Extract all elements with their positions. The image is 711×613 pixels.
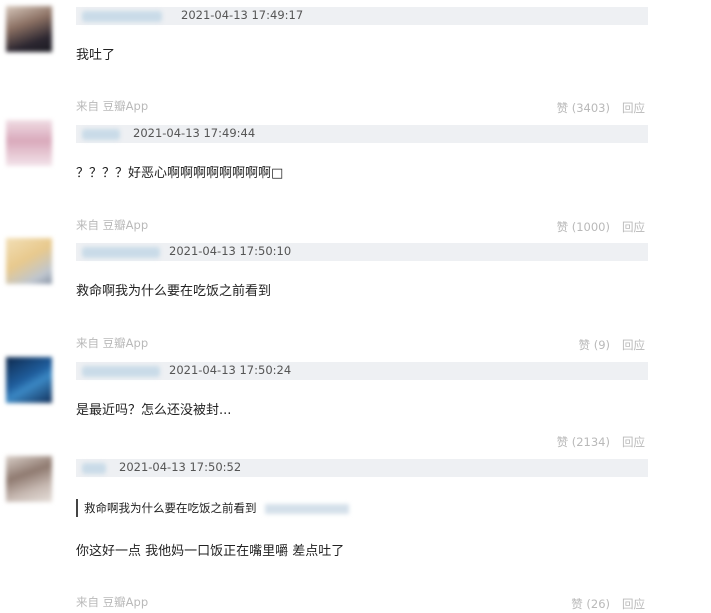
username[interactable] — [82, 463, 106, 474]
comment-actions: 赞 (26) 回应 — [571, 596, 645, 612]
comment-source: 来自 豆瓣App — [76, 99, 149, 113]
avatar[interactable] — [6, 120, 52, 166]
comment-header: 2021-04-13 17:49:44 — [76, 125, 648, 143]
comment-source: 来自 豆瓣App — [76, 218, 149, 232]
comment-actions: 赞 (3403) 回应 — [557, 100, 645, 116]
comment-header: 2021-04-13 17:50:52 — [76, 459, 648, 477]
comment-text: 救命啊我为什么要在吃饭之前看到 — [76, 284, 272, 299]
comment-header: 2021-04-13 17:50:24 — [76, 362, 648, 380]
comment-timestamp: 2021-04-13 17:50:24 — [169, 363, 292, 377]
comment-source: 来自 豆瓣App — [76, 336, 149, 350]
avatar[interactable] — [6, 357, 52, 403]
comment-timestamp: 2021-04-13 17:49:44 — [133, 126, 256, 140]
quoted-username[interactable] — [264, 503, 349, 514]
avatar[interactable] — [6, 456, 52, 502]
reply-button[interactable]: 回应 — [622, 434, 645, 450]
comment-timestamp: 2021-04-13 17:50:10 — [169, 244, 292, 258]
comment-timestamp: 2021-04-13 17:49:17 — [181, 8, 304, 22]
comment-actions: 赞 (1000) 回应 — [557, 219, 645, 235]
username[interactable] — [82, 366, 160, 377]
comment-text: 是最近吗？怎么还没被封... — [76, 403, 232, 418]
avatar[interactable] — [6, 6, 52, 52]
comment-header: 2021-04-13 17:49:17 — [76, 7, 648, 25]
comment-text: ？？？？好恶心啊啊啊啊啊啊啊啊□ — [76, 166, 284, 181]
like-button[interactable]: 赞 (2134) — [557, 434, 610, 450]
comment-text: 我吐了 — [76, 48, 116, 63]
reply-button[interactable]: 回应 — [622, 596, 645, 612]
like-button[interactable]: 赞 (9) — [579, 337, 610, 353]
comment-actions: 赞 (9) 回应 — [579, 337, 645, 353]
quoted-reply: 救命啊我为什么要在吃饭之前看到 — [76, 499, 349, 517]
username[interactable] — [82, 129, 120, 140]
like-button[interactable]: 赞 (1000) — [557, 219, 610, 235]
like-button[interactable]: 赞 (3403) — [557, 100, 610, 116]
comment-source: 来自 豆瓣App — [76, 595, 149, 609]
comment-timestamp: 2021-04-13 17:50:52 — [119, 460, 242, 474]
comment-header: 2021-04-13 17:50:10 — [76, 243, 648, 261]
comment-text: 你这好一点 我他妈一口饭正在嘴里嚼 差点吐了 — [76, 544, 345, 559]
username[interactable] — [82, 247, 160, 258]
comment-actions: 赞 (2134) 回应 — [557, 434, 645, 450]
reply-button[interactable]: 回应 — [622, 219, 645, 235]
reply-button[interactable]: 回应 — [622, 100, 645, 116]
quoted-text: 救命啊我为什么要在吃饭之前看到 — [84, 501, 257, 515]
reply-button[interactable]: 回应 — [622, 337, 645, 353]
like-button[interactable]: 赞 (26) — [571, 596, 610, 612]
avatar[interactable] — [6, 238, 52, 284]
username[interactable] — [82, 11, 162, 22]
